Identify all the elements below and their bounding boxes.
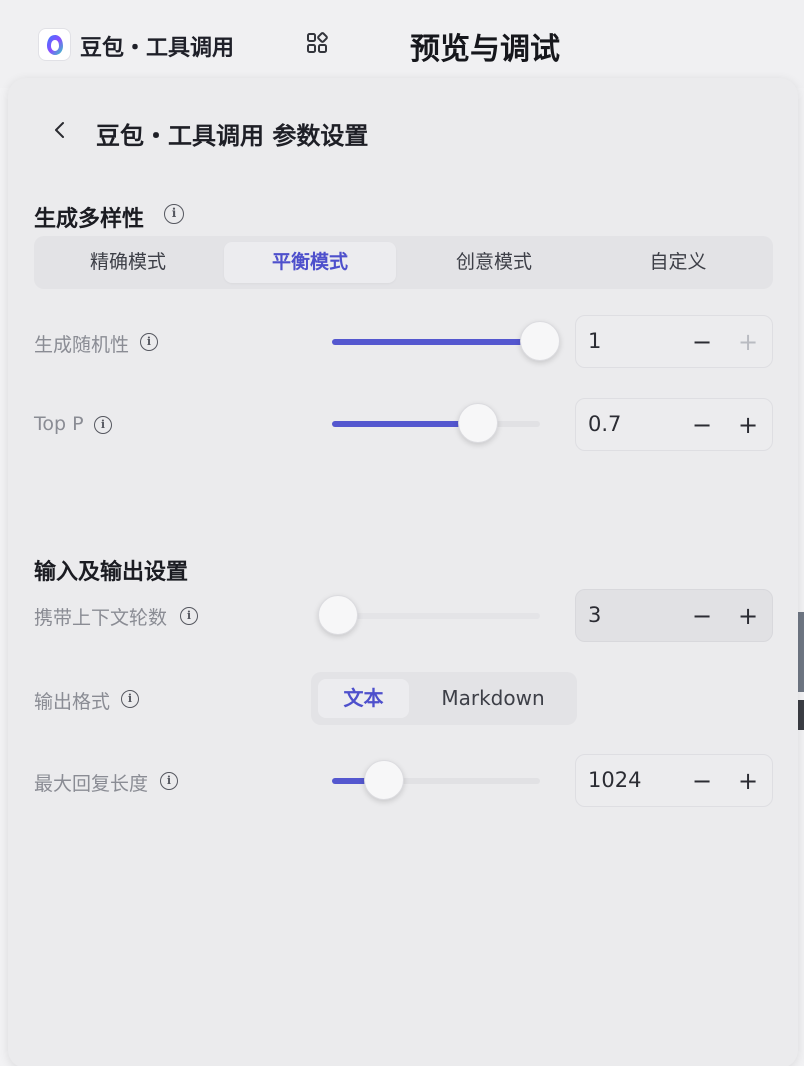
panel-title: 豆包・工具调用 参数设置 xyxy=(96,122,369,150)
app-name: 豆包・工具调用 xyxy=(80,36,235,61)
info-icon[interactable]: i xyxy=(180,607,198,625)
max-length-stepper[interactable]: 1024 − + xyxy=(575,754,773,807)
temperature-value[interactable]: 1 xyxy=(588,329,601,353)
max-length-slider[interactable] xyxy=(332,760,540,800)
tab-custom-mode[interactable]: 自定义 xyxy=(592,242,764,283)
section-title-text: 生成多样性 xyxy=(34,207,145,232)
slider-handle[interactable] xyxy=(520,321,560,361)
top-p-stepper[interactable]: 0.7 − + xyxy=(575,398,773,451)
slider-handle[interactable] xyxy=(364,760,404,800)
section-title-diversity: 生成多样性 xyxy=(34,201,144,233)
grid-icon[interactable] xyxy=(306,32,328,54)
top-p-value[interactable]: 0.7 xyxy=(588,412,621,436)
output-format-toggle: 文本 Markdown xyxy=(311,672,577,725)
temperature-label-text: 生成随机性 xyxy=(34,334,130,356)
tab-balanced-mode[interactable]: 平衡模式 xyxy=(224,242,396,283)
info-icon[interactable]: i xyxy=(164,204,184,224)
slider-fill xyxy=(332,421,478,427)
context-rounds-label: 携带上下文轮数 xyxy=(34,603,167,630)
output-format-label: 输出格式 xyxy=(34,687,110,714)
info-icon[interactable]: i xyxy=(94,416,112,434)
temperature-stepper[interactable]: 1 − + xyxy=(575,315,773,368)
decrement-button[interactable]: − xyxy=(688,324,716,360)
increment-button[interactable]: + xyxy=(734,598,762,634)
decrement-button[interactable]: − xyxy=(688,407,716,443)
increment-button[interactable]: + xyxy=(734,324,762,360)
format-option-text[interactable]: 文本 xyxy=(318,679,409,718)
format-option-markdown[interactable]: Markdown xyxy=(415,679,571,718)
preview-title: 预览与调试 xyxy=(410,32,560,67)
tab-precise-mode[interactable]: 精确模式 xyxy=(42,242,214,283)
max-length-label: 最大回复长度 xyxy=(34,769,148,796)
slider-fill xyxy=(332,339,540,345)
app-logo xyxy=(38,28,71,61)
max-length-label-text: 最大回复长度 xyxy=(34,773,149,795)
tab-creative-mode[interactable]: 创意模式 xyxy=(408,242,580,283)
increment-button[interactable]: + xyxy=(734,407,762,443)
chevron-left-icon[interactable] xyxy=(50,118,70,142)
context-rounds-stepper[interactable]: 3 − + xyxy=(575,589,773,642)
context-rounds-slider[interactable] xyxy=(318,595,540,635)
section-title-text: 输入及输出设置 xyxy=(34,560,189,585)
increment-button[interactable]: + xyxy=(734,763,762,799)
background-thumbnail xyxy=(798,612,804,692)
slider-handle[interactable] xyxy=(318,595,358,635)
context-rounds-label-text: 携带上下文轮数 xyxy=(34,607,168,629)
info-icon[interactable]: i xyxy=(140,333,158,351)
top-p-label-text: Top P xyxy=(34,413,84,435)
info-icon[interactable]: i xyxy=(121,690,139,708)
doubao-logo-icon xyxy=(46,34,63,55)
slider-handle[interactable] xyxy=(458,403,498,443)
diversity-mode-tabs: 精确模式 平衡模式 创意模式 自定义 xyxy=(34,236,773,289)
top-bar: 豆包・工具调用 预览与调试 xyxy=(0,0,804,88)
top-p-slider[interactable] xyxy=(332,403,540,443)
decrement-button[interactable]: − xyxy=(688,763,716,799)
background-thumbnail-text xyxy=(798,700,804,730)
top-p-label: Top P xyxy=(34,413,84,435)
temperature-slider[interactable] xyxy=(332,321,560,361)
info-icon[interactable]: i xyxy=(160,772,178,790)
decrement-button[interactable]: − xyxy=(688,598,716,634)
max-length-value[interactable]: 1024 xyxy=(588,768,641,792)
context-rounds-value[interactable]: 3 xyxy=(588,603,601,627)
temperature-label: 生成随机性 xyxy=(34,330,129,357)
section-title-io: 输入及输出设置 xyxy=(34,554,188,586)
output-format-label-text: 输出格式 xyxy=(34,691,111,713)
